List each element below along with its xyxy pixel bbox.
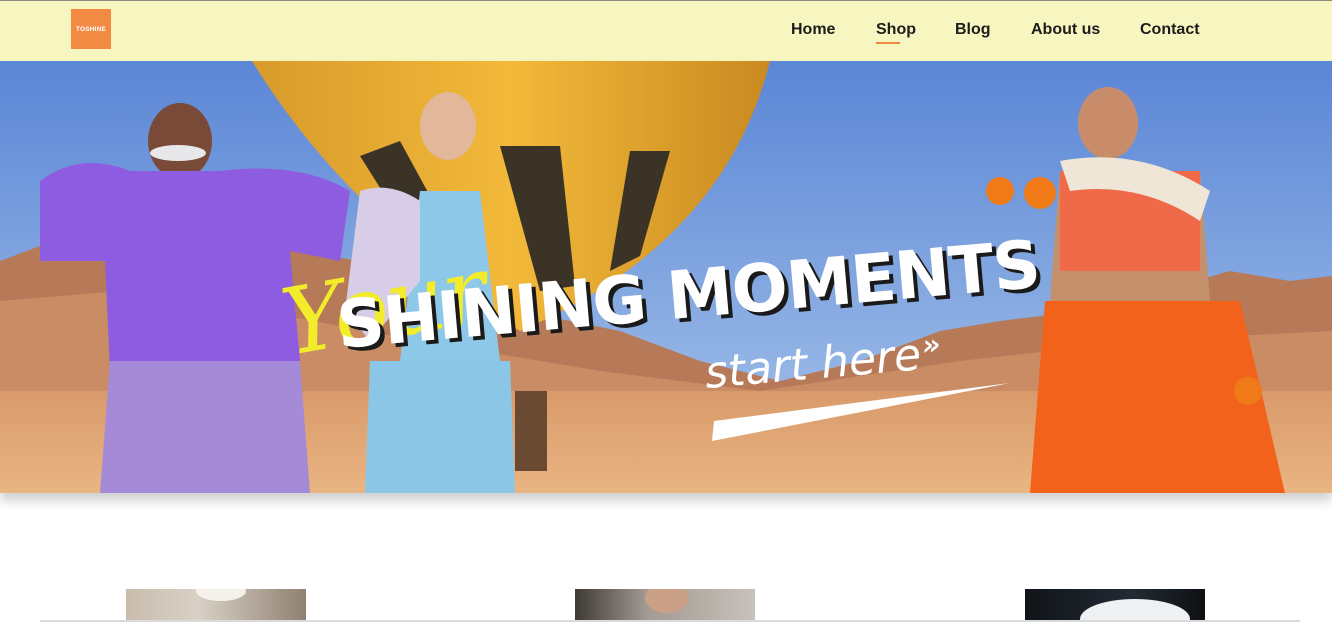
nav-home[interactable]: Home [791,21,835,39]
nav-contact[interactable]: Contact [1140,21,1200,39]
product-card[interactable] [1025,589,1205,622]
brand-logo[interactable]: TOSHINE [71,9,111,49]
product-image [1080,599,1190,622]
double-chevron-right-icon: » [920,327,942,363]
product-grid [0,589,1332,622]
nav-shop[interactable]: Shop [876,21,916,44]
product-card[interactable] [575,589,755,622]
product-card[interactable] [126,589,306,622]
product-image [645,589,689,613]
product-image [196,589,246,601]
nav-blog[interactable]: Blog [955,21,991,39]
site-header: TOSHINE Home Shop Blog About us Contact [0,1,1332,61]
brand-logo-text: TOSHINE [75,25,107,33]
nav-about-us[interactable]: About us [1031,21,1100,39]
hero-banner[interactable]: Your SHINING MOMENTS start here» [0,61,1332,493]
